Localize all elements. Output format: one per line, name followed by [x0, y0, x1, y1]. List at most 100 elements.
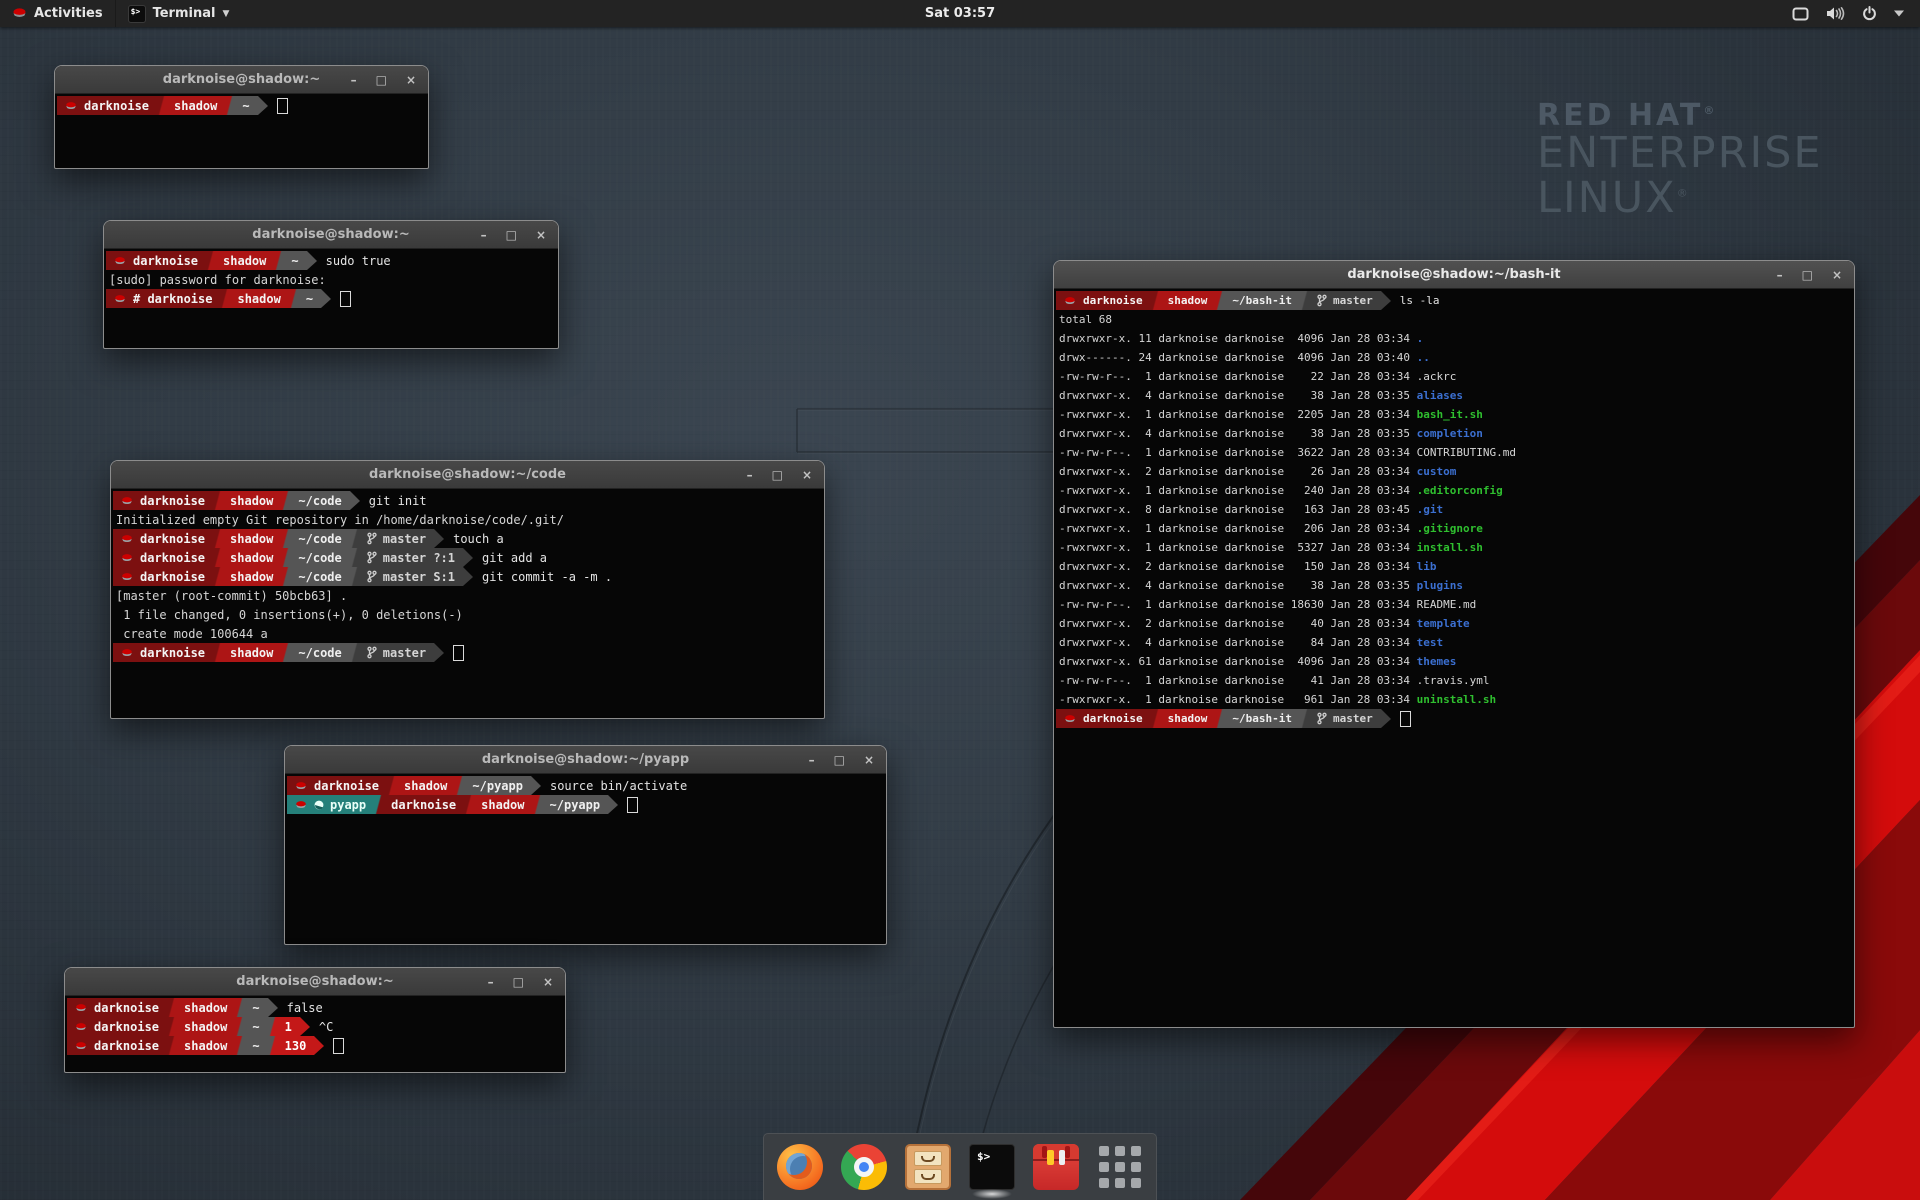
- redhat-prompt-icon: [1064, 714, 1076, 724]
- terminal-content[interactable]: darknoiseshadow~/codegit initInitialized…: [111, 489, 824, 662]
- powerline-separator: [350, 567, 359, 586]
- powerline-separator: [167, 1017, 176, 1036]
- clock[interactable]: Sat 03:57: [925, 6, 995, 21]
- maximize-button[interactable]: □: [834, 754, 845, 766]
- window-title: darknoise@shadow:~/code: [111, 467, 824, 482]
- git-branch-icon: [1317, 294, 1327, 307]
- close-button[interactable]: ×: [536, 229, 546, 241]
- chrome-icon: [841, 1144, 887, 1190]
- minimize-button[interactable]: –: [1777, 269, 1783, 281]
- prompt-segment-user: darknoise: [113, 491, 213, 510]
- activities-button[interactable]: Activities: [0, 0, 115, 27]
- ls-row-meta: -rw-rw-r--. 1 darknoise darknoise 18630 …: [1056, 598, 1417, 611]
- terminal-content[interactable]: darknoiseshadow~falsedarknoiseshadow~1^C…: [65, 996, 565, 1055]
- maximize-button[interactable]: □: [513, 976, 524, 988]
- prompt-segment-venv: pyapp: [287, 795, 374, 814]
- close-button[interactable]: ×: [864, 754, 874, 766]
- dock-item-terminal[interactable]: $>: [969, 1144, 1015, 1190]
- minimize-button[interactable]: –: [488, 976, 494, 988]
- terminal-line: total 68: [1056, 310, 1854, 329]
- terminal-output: [sudo] password for darknoise:: [106, 273, 326, 287]
- close-button[interactable]: ×: [1832, 269, 1842, 281]
- terminal-content[interactable]: darknoiseshadow~sudo true[sudo] password…: [104, 249, 558, 308]
- power-icon[interactable]: [1862, 6, 1877, 21]
- prompt-segment-exit: 1: [277, 1017, 300, 1036]
- powerline-arrow: [434, 643, 444, 662]
- terminal-line: darknoiseshadow~/codemaster S:1git commi…: [113, 567, 824, 586]
- minimize-button[interactable]: –: [351, 74, 357, 86]
- dock-item-firefox[interactable]: [777, 1144, 823, 1190]
- titlebar[interactable]: darknoise@shadow:~/pyapp –□×: [285, 746, 886, 774]
- ls-row-meta: drwxrwxr-x. 2 darknoise darknoise 26 Jan…: [1056, 465, 1417, 478]
- ls-row-meta: drwxrwxr-x. 4 darknoise darknoise 38 Jan…: [1056, 427, 1417, 440]
- titlebar[interactable]: darknoise@shadow:~/code – □ ×: [111, 461, 824, 489]
- ls-row-meta: drwxrwxr-x. 4 darknoise darknoise 84 Jan…: [1056, 636, 1417, 649]
- terminal-line: darknoise shadow ~/bash-it master: [1056, 709, 1854, 728]
- dock-item-toolbox[interactable]: [1033, 1144, 1079, 1190]
- maximize-button[interactable]: □: [772, 469, 783, 481]
- powerline-separator: [268, 1036, 277, 1055]
- ls-row-filename: install.sh: [1417, 541, 1483, 554]
- terminal-line: Initialized empty Git repository in /hom…: [113, 510, 824, 529]
- ls-row-meta: drwxrwxr-x. 11 darknoise darknoise 4096 …: [1056, 332, 1417, 345]
- terminal-window-code: darknoise@shadow:~/code – □ × darknoisesha…: [110, 460, 825, 719]
- prompt-segment-path: ~/bash-it: [1224, 709, 1300, 728]
- ls-row-filename: bash_it.sh: [1417, 408, 1483, 421]
- powerline-arrow: [1381, 709, 1391, 728]
- app-menu-terminal[interactable]: $> Terminal ▼: [115, 0, 242, 27]
- dock-item-files[interactable]: [905, 1144, 951, 1190]
- chevron-down-icon[interactable]: [1894, 10, 1904, 17]
- terminal-line: darknoiseshadow~1^C: [67, 1017, 565, 1036]
- maximize-button[interactable]: □: [1802, 269, 1813, 281]
- ls-row-filename: template: [1417, 617, 1470, 630]
- minimize-button[interactable]: –: [747, 469, 753, 481]
- titlebar[interactable]: darknoise@shadow:~ –□×: [55, 66, 428, 94]
- powerline-separator: [374, 795, 383, 814]
- powerline-arrow: [300, 1017, 310, 1036]
- powerline-separator: [1300, 291, 1309, 310]
- titlebar[interactable]: darknoise@shadow:~/bash-it –□×: [1054, 261, 1854, 289]
- firefox-icon: [777, 1144, 823, 1190]
- activities-label: Activities: [34, 6, 103, 21]
- toolbox-icon: [1033, 1144, 1079, 1190]
- status-area: [1792, 0, 1920, 27]
- minimize-button[interactable]: –: [809, 754, 815, 766]
- terminal-line: pyappdarknoiseshadow~/pyapp: [287, 795, 886, 814]
- close-button[interactable]: ×: [406, 74, 416, 86]
- prompt-segment-host: shadow: [166, 96, 225, 115]
- ls-row-meta: drwxrwxr-x. 61 darknoise darknoise 4096 …: [1056, 655, 1417, 668]
- maximize-button[interactable]: □: [506, 229, 517, 241]
- prompt-segment-host: shadow: [176, 998, 235, 1017]
- terminal-content[interactable]: darknoiseshadow~/pyappsource bin/activat…: [285, 774, 886, 814]
- terminal-line: drwxrwxr-x. 4 darknoise darknoise 38 Jan…: [1056, 386, 1854, 405]
- ls-row-filename: .editorconfig: [1417, 484, 1503, 497]
- terminal-line: [sudo] password for darknoise:: [106, 270, 558, 289]
- dock-item-app-grid[interactable]: [1097, 1144, 1143, 1190]
- prompt-segment-git: master: [1309, 709, 1381, 728]
- screen-icon[interactable]: [1792, 7, 1809, 21]
- redhat-prompt-icon: [75, 1022, 87, 1032]
- terminal-content[interactable]: darknoiseshadow~/bash-itmasterls -latota…: [1054, 289, 1854, 728]
- titlebar[interactable]: darknoise@shadow:~ –□×: [65, 968, 565, 996]
- prompt-segment-path: ~/pyapp: [464, 776, 531, 795]
- volume-icon[interactable]: [1826, 6, 1845, 21]
- close-button[interactable]: ×: [802, 469, 812, 481]
- redhat-prompt-icon: [121, 534, 133, 544]
- ls-row-meta: drwx------. 24 darknoise darknoise 4096 …: [1056, 351, 1417, 364]
- terminal-cursor: [333, 1038, 344, 1054]
- close-button[interactable]: ×: [543, 976, 553, 988]
- dock-item-chrome[interactable]: [841, 1144, 887, 1190]
- titlebar[interactable]: darknoise@shadow:~ –□×: [104, 221, 558, 249]
- terminal-line: -rwxrwxr-x. 1 darknoise darknoise 2205 J…: [1056, 405, 1854, 424]
- maximize-button[interactable]: □: [376, 74, 387, 86]
- minimize-button[interactable]: –: [481, 229, 487, 241]
- ls-row-filename: test: [1417, 636, 1444, 649]
- prompt-segment-user: darknoise: [1056, 709, 1151, 728]
- terminal-content[interactable]: darknoiseshadow~: [55, 94, 428, 115]
- prompt-segment-host: shadow: [1160, 709, 1216, 728]
- redhat-icon: [12, 7, 27, 20]
- powerline-separator: [235, 1036, 244, 1055]
- ls-row-filename: .ackrc: [1417, 370, 1457, 383]
- prompt-segment-path: ~/code: [290, 491, 349, 510]
- prompt-segment-host: shadow: [396, 776, 455, 795]
